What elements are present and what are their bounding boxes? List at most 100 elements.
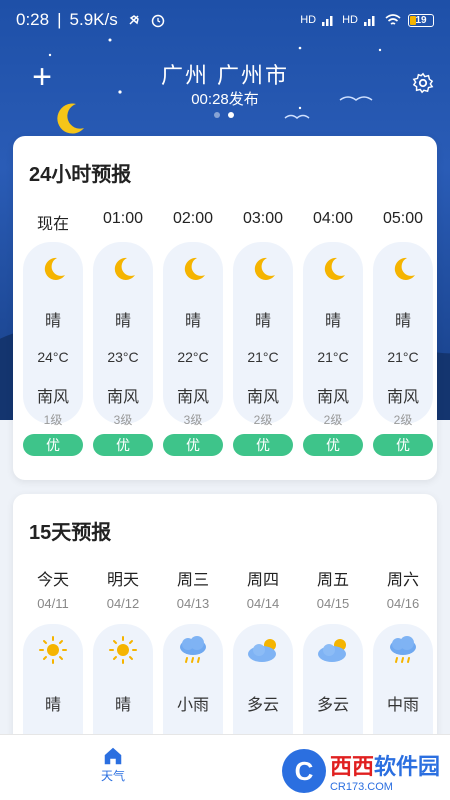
day-condition: 中雨 — [386, 697, 419, 714]
sun-icon — [36, 634, 70, 671]
status-bar: 0:28 | 5.9K/s HD HD 19 — [0, 0, 450, 40]
hour-condition: 晴 — [184, 313, 201, 330]
hour-time: 04:00 — [312, 210, 354, 227]
day-date: 04/15 — [316, 596, 350, 611]
daily-title: 15天预报 — [29, 522, 112, 544]
hour-item[interactable]: 03:00 晴 21°C 南风 2级优 — [228, 210, 298, 456]
hour-wind-direction: 南风 — [36, 389, 69, 406]
hourly-list[interactable]: 现在晴 24°C 南风 1级优 01:00 晴 23°C 南风 3级优 02:00 晴 22°C 南风 3… — [18, 210, 438, 456]
publish-time: 00:28发布 — [191, 91, 259, 108]
watermark-logo: C 西西软件园 CR173.COM — [281, 749, 440, 793]
signal-bars-2-icon — [364, 16, 375, 26]
day-item[interactable]: 周六04/16中雨27°C — [368, 566, 437, 754]
bottom-navigation: 天气 C 西西软件园 CR173.COM — [0, 734, 450, 800]
aqi-badge: 优 — [373, 434, 433, 456]
day-name: 周五 — [316, 572, 349, 589]
hour-card: 晴 24°C 南风 1级 — [23, 242, 83, 427]
hour-card: 晴 21°C 南风 2级 — [233, 242, 293, 427]
hour-wind-level: 2级 — [393, 413, 413, 427]
hour-condition: 晴 — [324, 313, 341, 330]
daily-list[interactable]: 今天04/11晴32°C明天04/12晴32°C周三04/13小雨27°C周四0… — [18, 566, 437, 754]
hour-time: 05:00 — [382, 210, 424, 227]
hourly-forecast-card: 24小时预报 现在晴 24°C 南风 1级优 01:00 晴 23°C 南风 3级优 02:00 晴… — [13, 136, 437, 480]
watermark-name: 西西 — [329, 754, 374, 779]
hour-wind-direction: 南风 — [246, 389, 279, 406]
hour-temperature: 23°C — [107, 349, 139, 365]
network-speed: 5.9K/s — [69, 10, 118, 29]
hour-time: 03:00 — [242, 210, 284, 227]
hour-card: 晴 22°C 南风 3级 — [163, 242, 223, 427]
signal-hd-1: HD — [300, 14, 317, 26]
daily-forecast-card: 15天预报 今天04/11晴32°C明天04/12晴32°C周三04/13小雨2… — [13, 494, 437, 754]
day-date: 04/11 — [37, 596, 69, 611]
city-title: 广州 广州市 — [160, 63, 290, 88]
hour-temperature: 21°C — [247, 349, 279, 365]
aqi-badge: 优 — [163, 434, 223, 456]
hour-wind-direction: 南风 — [316, 389, 349, 406]
day-condition: 晴 — [114, 697, 131, 714]
moon-icon — [178, 254, 208, 289]
hour-condition: 晴 — [44, 313, 61, 330]
hour-time: 现在 — [36, 216, 69, 233]
day-name: 周六 — [386, 572, 419, 589]
day-condition: 多云 — [316, 697, 349, 714]
rain-cloud-icon — [386, 634, 420, 671]
signal-bars-icon — [322, 16, 333, 26]
status-time: 0:28 — [16, 10, 50, 29]
battery-icon: 19 — [408, 13, 434, 27]
watermark-site: CR173.COM — [329, 781, 393, 793]
hour-item[interactable]: 02:00 晴 22°C 南风 3级优 — [158, 210, 228, 456]
status-divider: | — [57, 10, 62, 29]
hour-wind-direction: 南风 — [106, 389, 139, 406]
partly-cloudy-icon — [316, 634, 350, 671]
watermark-letter: C — [281, 749, 326, 793]
hour-condition: 晴 — [254, 313, 271, 330]
hour-wind-level: 2级 — [323, 413, 343, 427]
moon-icon — [318, 254, 348, 289]
day-condition: 晴 — [44, 697, 61, 714]
aqi-badge: 优 — [23, 434, 83, 456]
hour-card: 晴 21°C 南风 2级 — [303, 242, 363, 427]
silent-icon — [129, 15, 139, 25]
moon-icon — [38, 254, 68, 289]
nav-weather-label: 天气 — [100, 769, 125, 783]
hour-wind-direction: 南风 — [176, 389, 209, 406]
hour-condition: 晴 — [394, 313, 411, 330]
day-name: 周四 — [246, 572, 279, 589]
hour-wind-level: 2级 — [253, 413, 273, 427]
hourly-title: 24小时预报 — [29, 164, 132, 186]
hour-item[interactable]: 现在晴 24°C 南风 1级优 — [18, 210, 88, 456]
moon-icon — [108, 254, 138, 289]
day-date: 04/14 — [246, 596, 280, 611]
aqi-badge: 优 — [93, 434, 153, 456]
hour-item[interactable]: 05:00 晴 21°C 南风 2级优 — [368, 210, 438, 456]
hour-wind-level: 3级 — [113, 413, 133, 427]
hour-wind-level: 1级 — [43, 413, 63, 427]
page-indicator — [214, 112, 234, 118]
day-date: 04/16 — [386, 596, 420, 611]
day-condition: 小雨 — [176, 697, 209, 714]
day-item[interactable]: 周五04/15多云28°C — [298, 566, 368, 754]
hour-temperature: 21°C — [387, 349, 419, 365]
battery-level: 19 — [415, 14, 427, 26]
signal-hd-2: HD — [342, 14, 358, 26]
day-date: 04/13 — [176, 596, 210, 611]
home-icon — [104, 747, 122, 765]
day-item[interactable]: 明天04/12晴32°C — [88, 566, 158, 754]
watermark-suffix: 软件园 — [373, 754, 440, 779]
hour-card: 晴 23°C 南风 3级 — [93, 242, 153, 427]
wifi-icon — [385, 14, 401, 25]
aqi-badge: 优 — [233, 434, 293, 456]
day-item[interactable]: 周四04/14多云27°C — [228, 566, 298, 754]
day-item[interactable]: 周三04/13小雨27°C — [158, 566, 228, 754]
nav-weather-tab[interactable]: 天气 — [93, 745, 133, 784]
alarm-icon — [151, 14, 164, 28]
hour-time: 02:00 — [172, 210, 214, 227]
hour-temperature: 24°C — [37, 349, 69, 365]
hour-condition: 晴 — [114, 313, 131, 330]
day-item[interactable]: 今天04/11晴32°C — [18, 566, 88, 754]
hour-item[interactable]: 01:00 晴 23°C 南风 3级优 — [88, 210, 158, 456]
day-name: 今天 — [36, 572, 69, 589]
day-date: 04/12 — [106, 596, 140, 611]
hour-item[interactable]: 04:00 晴 21°C 南风 2级优 — [298, 210, 368, 456]
